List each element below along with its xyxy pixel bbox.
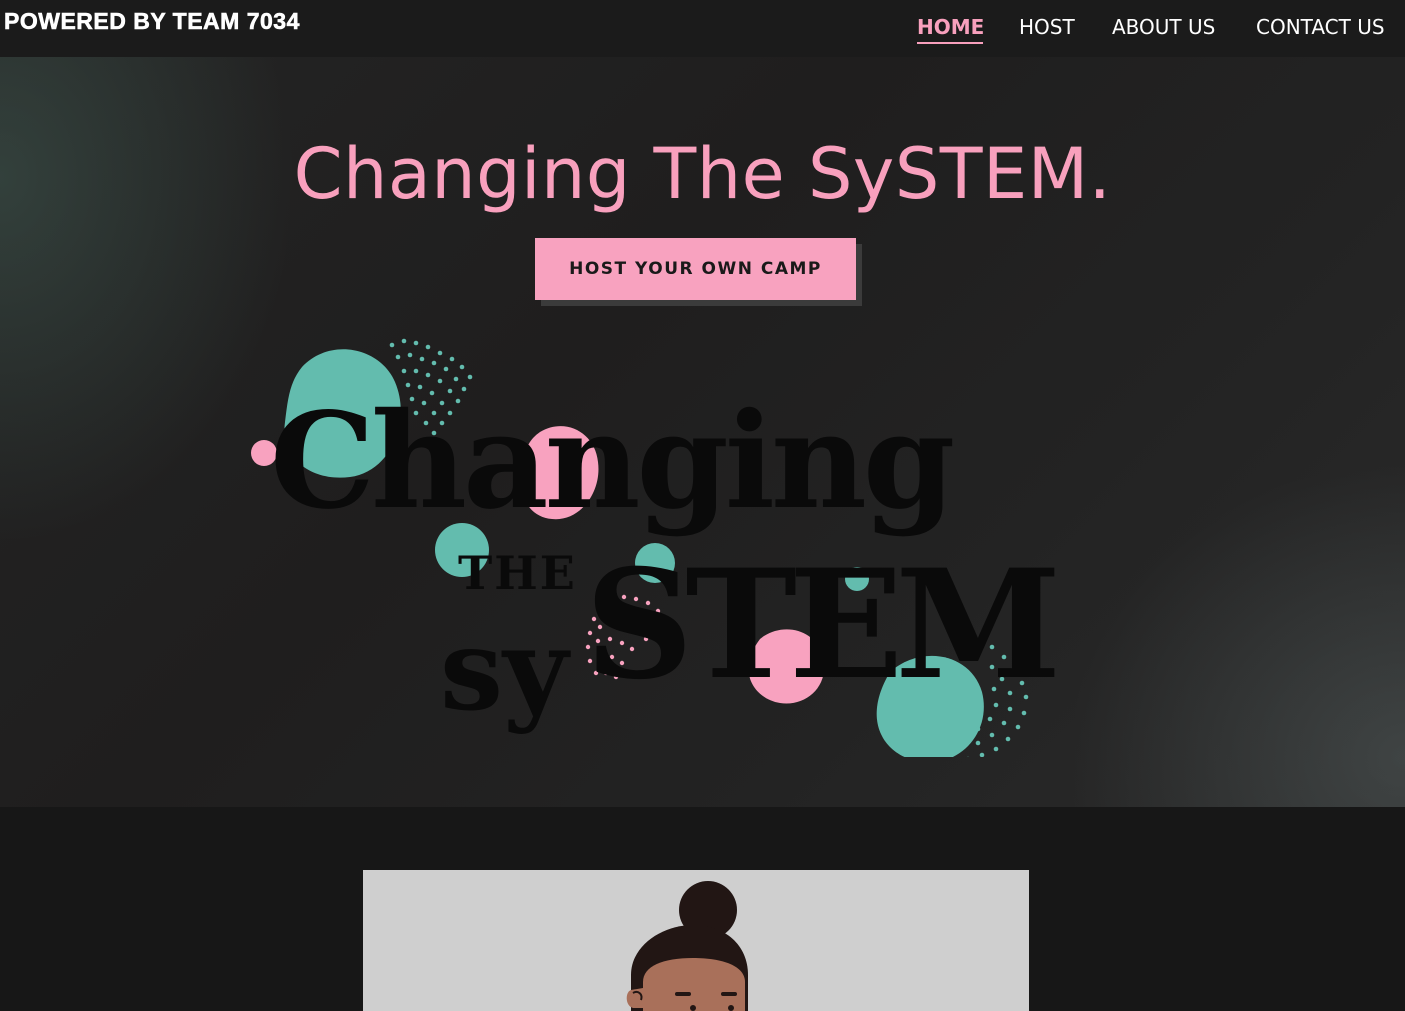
changing-the-system-logo: Changing THE sy STEM — [251, 338, 1063, 757]
logo-word-changing: Changing — [270, 384, 953, 539]
nav-active-underline — [917, 42, 983, 44]
nav-about-us[interactable]: ABOUT US — [1112, 15, 1215, 39]
site-brand[interactable]: POWERED BY TEAM 7034 — [4, 8, 300, 35]
illustration-card — [363, 870, 1029, 1011]
top-navigation-bar: POWERED BY TEAM 7034 HOME HOST ABOUT US … — [0, 0, 1405, 57]
hero-title: Changing The SySTEM. — [293, 133, 1112, 215]
logo-word-sy: sy — [440, 605, 571, 736]
logo-word-stem: STEM — [585, 537, 1055, 713]
host-camp-button[interactable]: HOST YOUR OWN CAMP — [535, 238, 856, 300]
nav-home[interactable]: HOME — [917, 15, 984, 39]
logo-word-the: THE — [458, 546, 577, 600]
hero-section: Changing The SySTEM. HOST YOUR OWN CAMP — [0, 57, 1405, 807]
person-with-hair-bun-illustration-icon — [626, 881, 748, 1011]
nav-host[interactable]: HOST — [1019, 15, 1075, 39]
nav-contact-us[interactable]: CONTACT US — [1256, 15, 1385, 39]
